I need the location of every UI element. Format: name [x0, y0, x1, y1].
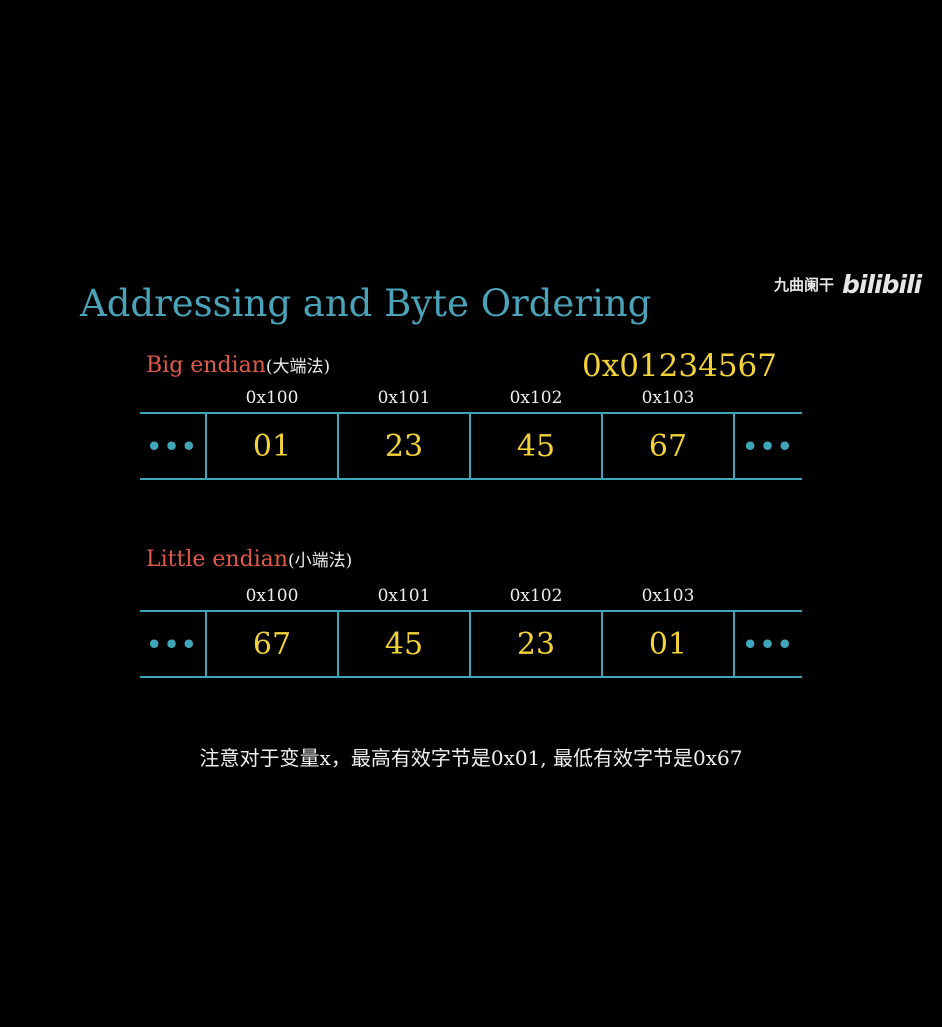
byte-value: 01	[252, 428, 292, 464]
page-title: Addressing and Byte Ordering	[80, 282, 652, 325]
memory-cell: 0x100 01	[207, 388, 339, 478]
watermark-text: 九曲阑干	[774, 276, 835, 294]
byte-value: 67	[252, 626, 292, 662]
big-endian-label: Big endian(大端法)	[146, 352, 330, 378]
byte-value: 23	[384, 428, 424, 464]
ellipsis-left: •••	[146, 629, 199, 659]
memory-cell: 0x103 01	[603, 586, 735, 676]
little-endian-label-text: Little endian	[146, 547, 288, 572]
memory-cell: 0x101 45	[339, 586, 471, 676]
little-endian-label: Little endian(小端法)	[146, 546, 352, 572]
byte-value: 67	[648, 428, 688, 464]
byte-value: 45	[516, 428, 556, 464]
ellipsis-right: •••	[742, 431, 795, 461]
bilibili-logo: bilibili	[842, 270, 922, 299]
ellipsis-cell-left: •••	[140, 612, 207, 676]
ellipsis-right: •••	[742, 629, 795, 659]
memory-cell: 0x100 67	[207, 586, 339, 676]
little-endian-memory: ••• 0x100 67 0x101 45 0x102 23 0x103 01 …	[140, 586, 802, 678]
memory-cell: 0x101 23	[339, 388, 471, 478]
ellipsis-left: •••	[146, 431, 199, 461]
big-endian-memory: ••• 0x100 01 0x101 23 0x102 45 0x103 67 …	[140, 388, 802, 480]
big-endian-label-text: Big endian	[146, 353, 266, 378]
address-label: 0x102	[509, 388, 563, 408]
ellipsis-cell-right: •••	[735, 414, 802, 478]
byte-value: 23	[516, 626, 556, 662]
address-label: 0x100	[245, 388, 299, 408]
memory-cell: 0x103 67	[603, 388, 735, 478]
ellipsis-cell-right: •••	[735, 612, 802, 676]
address-label: 0x101	[377, 388, 431, 408]
address-label: 0x103	[641, 388, 695, 408]
hex-value: 0x01234567	[582, 348, 777, 384]
address-label: 0x101	[377, 586, 431, 606]
address-label: 0x103	[641, 586, 695, 606]
byte-value: 45	[384, 626, 424, 662]
big-endian-label-cn: (大端法)	[265, 357, 331, 377]
ellipsis-cell-left: •••	[140, 414, 207, 478]
address-label: 0x102	[509, 586, 563, 606]
little-endian-label-cn: (小端法)	[287, 551, 353, 571]
byte-value: 01	[648, 626, 688, 662]
memory-cell: 0x102 45	[471, 388, 603, 478]
memory-cell: 0x102 23	[471, 586, 603, 676]
note-text: 注意对于变量x，最高有效字节是0x01, 最低有效字节是0x67	[199, 746, 743, 770]
address-label: 0x100	[245, 586, 299, 606]
watermark: 九曲阑干 bilibili	[774, 270, 922, 299]
